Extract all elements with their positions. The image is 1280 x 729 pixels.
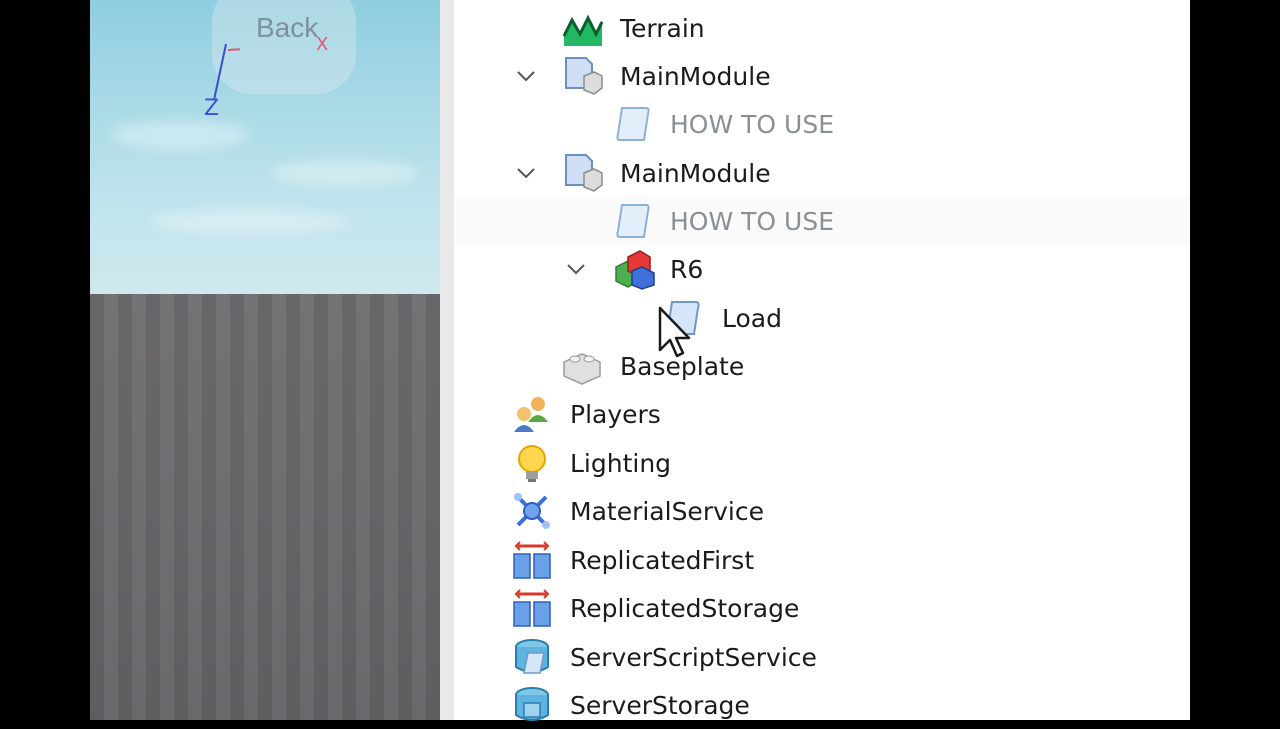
tree-item-mainmodule[interactable]: MainModule: [454, 149, 1190, 197]
tree-item-baseplate[interactable]: Baseplate: [454, 342, 1190, 390]
part-icon: [563, 353, 601, 385]
tree-item-how-to-use[interactable]: HOW TO USE: [454, 197, 1190, 245]
cloud: [150, 210, 350, 234]
tree-item-replicatedfirst[interactable]: ReplicatedFirst: [454, 536, 1190, 584]
mouse-cursor-icon: [658, 306, 691, 358]
axis-z-label: Z: [204, 96, 220, 121]
tree-item-serverscriptservice[interactable]: ServerScriptService: [454, 633, 1190, 681]
tree-item-label: HOW TO USE: [670, 109, 835, 139]
tree-item-materialservice[interactable]: MaterialService: [454, 487, 1190, 535]
explorer-panel: Terrain MainModule HOW TO USE MainModule: [440, 0, 1190, 721]
cloud: [110, 120, 250, 150]
tree-item-label: MainModule: [620, 61, 771, 91]
tree-item-r6[interactable]: R6: [454, 245, 1190, 293]
chevron-down-icon[interactable]: [512, 62, 540, 90]
tree-item-label: ServerScriptService: [570, 642, 817, 672]
tree-item-label: Lighting: [570, 448, 672, 478]
model-icon: [615, 250, 655, 290]
chevron-down-icon[interactable]: [512, 159, 540, 187]
tree-item-label: Players: [570, 399, 661, 429]
tree-item-label: Load: [722, 303, 782, 333]
baseplate-ground: [90, 294, 440, 720]
tree-item-mainmodule[interactable]: MainModule: [454, 52, 1190, 100]
axis-x-label: X: [316, 34, 329, 55]
terrain-icon: [562, 14, 604, 46]
tree-item-how-to-use[interactable]: HOW TO USE: [454, 100, 1190, 148]
script-icon: [616, 107, 650, 141]
tree-item-label: MainModule: [620, 158, 771, 188]
server-script-service-icon: [515, 639, 549, 674]
tree-item-replicatedstorage[interactable]: ReplicatedStorage: [454, 584, 1190, 632]
tree-item-terrain[interactable]: Terrain: [454, 4, 1190, 52]
players-icon: [514, 397, 548, 432]
tree-item-load[interactable]: Load: [454, 294, 1190, 342]
tree-item-label: MaterialService: [570, 496, 764, 526]
letterbox-left: [0, 0, 90, 720]
script-icon: [616, 204, 650, 238]
tree-item-label: R6: [670, 254, 704, 284]
server-storage-icon: [515, 687, 549, 721]
game-viewport[interactable]: Back Z X: [90, 0, 440, 720]
tree-item-serverstorage[interactable]: ServerStorage: [454, 681, 1190, 729]
tree-item-label: HOW TO USE: [670, 206, 835, 236]
tree-item-players[interactable]: Players: [454, 390, 1190, 438]
tree-item-lighting[interactable]: Lighting: [454, 439, 1190, 487]
chevron-down-icon[interactable]: [562, 255, 590, 283]
tree-item-label: ReplicatedStorage: [570, 593, 800, 623]
tree-item-label: ReplicatedFirst: [570, 545, 755, 575]
lighting-icon: [518, 445, 546, 482]
tree-item-label: Terrain: [620, 13, 705, 43]
cloud: [270, 160, 420, 186]
module-script-icon: [565, 57, 603, 95]
material-service-icon: [514, 493, 550, 529]
replicated-first-icon: [513, 541, 551, 579]
replicated-storage-icon: [513, 589, 551, 627]
module-script-icon: [565, 154, 603, 192]
back-button-label: Back: [256, 12, 319, 43]
letterbox-right: [1190, 0, 1280, 720]
tree-item-label: ServerStorage: [570, 690, 750, 720]
